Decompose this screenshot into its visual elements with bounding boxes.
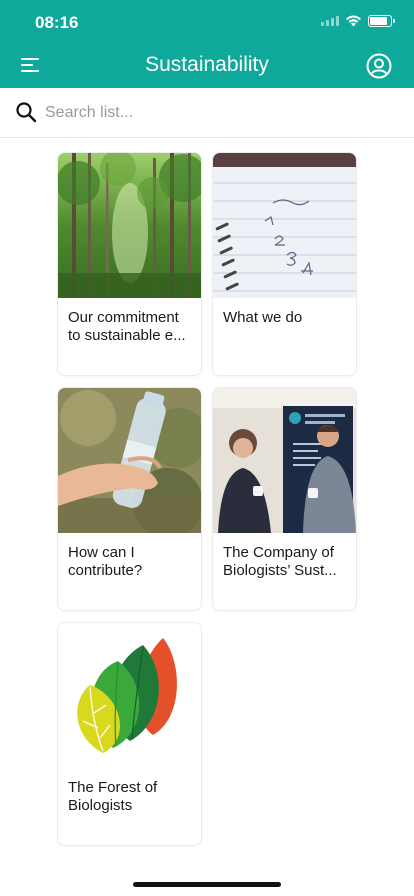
- profile-icon[interactable]: [366, 53, 392, 79]
- card-title: Our commitment to sustainable e...: [68, 309, 186, 344]
- leaves-logo: [58, 623, 201, 768]
- battery-icon: [368, 14, 395, 27]
- notebook-photo: [213, 153, 356, 298]
- card-title: How can I contribute?: [68, 544, 143, 579]
- search-bar: [0, 88, 414, 138]
- signal-icon: [321, 15, 339, 26]
- search-icon: [16, 102, 37, 123]
- wifi-icon: [346, 15, 361, 27]
- list-item[interactable]: How can I contribute?: [57, 387, 202, 611]
- status-time: 08:16: [35, 13, 79, 32]
- card-title: The Company of Biologists’ Sust...: [223, 544, 337, 579]
- conference-photo: [213, 388, 356, 533]
- home-indicator[interactable]: [133, 882, 281, 887]
- list-item[interactable]: The Company of Biologists’ Sust...: [212, 387, 357, 611]
- battery-level: [370, 16, 387, 25]
- app-header: 08:16 Sustainability: [0, 0, 414, 88]
- list-item[interactable]: The Forest of Biologists: [57, 622, 202, 846]
- card-title: What we do: [223, 309, 303, 326]
- status-icons: [321, 14, 395, 27]
- card-title: The Forest of Biologists: [68, 779, 158, 814]
- water-bottle-photo: [58, 388, 201, 533]
- list-item[interactable]: What we do: [212, 152, 357, 376]
- forest-photo: [58, 153, 201, 298]
- page-title: Sustainability: [145, 53, 269, 76]
- search-input[interactable]: [45, 100, 385, 126]
- list-item[interactable]: Our commitment to sustainable e...: [57, 152, 202, 376]
